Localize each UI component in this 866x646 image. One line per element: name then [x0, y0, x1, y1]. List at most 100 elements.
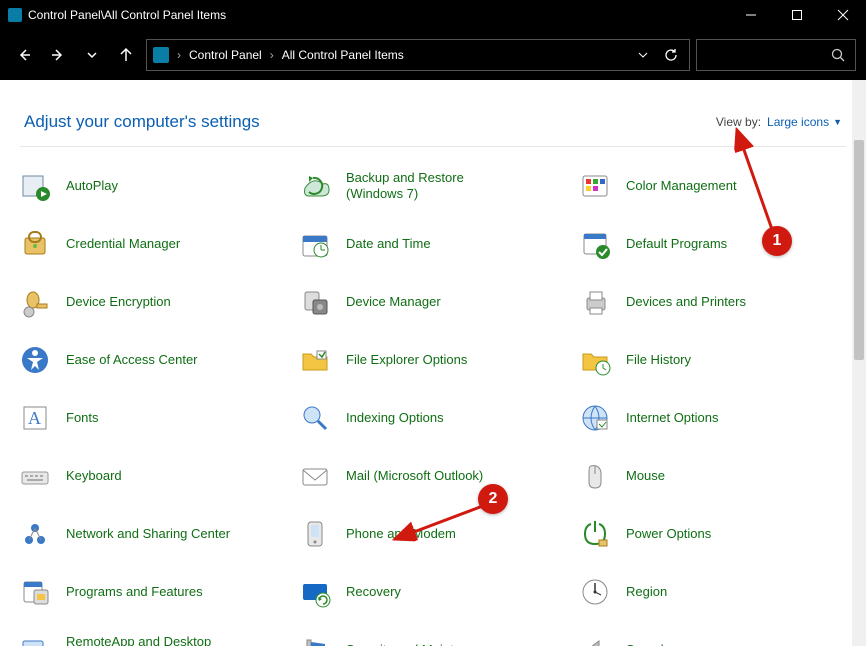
autoplay-icon	[18, 169, 52, 203]
item-label: Sound	[626, 642, 664, 646]
control-panel-item[interactable]: File History	[578, 339, 848, 381]
back-button[interactable]	[10, 41, 38, 69]
search-icon	[831, 48, 845, 62]
mouse-icon	[578, 459, 612, 493]
control-panel-item[interactable]: File Explorer Options	[298, 339, 568, 381]
recovery-icon	[298, 575, 332, 609]
control-panel-item[interactable]: RemoteApp and Desktop Connections	[18, 629, 288, 646]
item-label: Keyboard	[66, 468, 122, 484]
color-icon	[578, 169, 612, 203]
search-box[interactable]	[696, 39, 856, 71]
control-panel-item[interactable]: Indexing Options	[298, 397, 568, 439]
title-bar: Control Panel\All Control Panel Items	[0, 0, 866, 30]
scrollbar-thumb[interactable]	[854, 140, 864, 360]
item-label: Color Management	[626, 178, 737, 194]
control-panel-item[interactable]: A Fonts	[18, 397, 288, 439]
indexing-icon	[298, 401, 332, 435]
item-label: Backup and Restore (Windows 7)	[346, 170, 516, 203]
item-label: Region	[626, 584, 667, 600]
control-panel-item[interactable]: Backup and Restore (Windows 7)	[298, 165, 568, 207]
item-label: Indexing Options	[346, 410, 444, 426]
app-icon	[8, 8, 22, 22]
control-panel-item[interactable]: Internet Options	[578, 397, 848, 439]
minimize-button[interactable]	[728, 0, 774, 30]
control-panel-item[interactable]: Security and Maintenance	[298, 629, 568, 646]
control-panel-item[interactable]: Credential Manager	[18, 223, 288, 265]
sound-icon	[578, 633, 612, 646]
control-panel-item[interactable]: Ease of Access Center	[18, 339, 288, 381]
defaults-icon	[578, 227, 612, 261]
item-label: Device Manager	[346, 294, 441, 310]
item-label: Device Encryption	[66, 294, 171, 310]
fonts-icon: A	[18, 401, 52, 435]
maximize-button[interactable]	[774, 0, 820, 30]
control-panel-item[interactable]: Programs and Features	[18, 571, 288, 613]
window-title: Control Panel\All Control Panel Items	[28, 8, 226, 22]
control-panel-item[interactable]: Network and Sharing Center	[18, 513, 288, 555]
control-panel-item[interactable]: Region	[578, 571, 848, 613]
internet-icon	[578, 401, 612, 435]
breadcrumb-separator: ›	[173, 48, 185, 62]
address-dropdown-button[interactable]	[631, 43, 655, 67]
item-label: Network and Sharing Center	[66, 526, 230, 542]
control-panel-item[interactable]: Keyboard	[18, 455, 288, 497]
devicemgr-icon	[298, 285, 332, 319]
vertical-scrollbar[interactable]	[852, 80, 866, 646]
control-panel-item[interactable]: Mouse	[578, 455, 848, 497]
item-label: Mouse	[626, 468, 665, 484]
control-panel-item[interactable]: Device Encryption	[18, 281, 288, 323]
control-panel-item[interactable]: Date and Time	[298, 223, 568, 265]
breadcrumb-child[interactable]: All Control Panel Items	[282, 48, 404, 62]
item-label: Ease of Access Center	[66, 352, 198, 368]
item-label: Recovery	[346, 584, 401, 600]
annotation-badge-2: 2	[478, 484, 508, 514]
control-panel-icon	[153, 47, 169, 63]
svg-text:A: A	[28, 408, 41, 428]
remote-icon	[18, 633, 52, 646]
printers-icon	[578, 285, 612, 319]
item-label: Internet Options	[626, 410, 719, 426]
phone-icon	[298, 517, 332, 551]
control-panel-item[interactable]: AutoPlay	[18, 165, 288, 207]
folder-icon	[298, 343, 332, 377]
keyboard-icon	[18, 459, 52, 493]
forward-button[interactable]	[44, 41, 72, 69]
control-panel-item[interactable]: Power Options	[578, 513, 848, 555]
credential-icon	[18, 227, 52, 261]
filehistory-icon	[578, 343, 612, 377]
item-label: Date and Time	[346, 236, 431, 252]
breadcrumb-separator: ›	[266, 48, 278, 62]
datetime-icon	[298, 227, 332, 261]
control-panel-item[interactable]: Color Management	[578, 165, 848, 207]
refresh-button[interactable]	[659, 43, 683, 67]
mail-icon	[298, 459, 332, 493]
page-heading: Adjust your computer's settings	[24, 112, 260, 132]
programs-icon	[18, 575, 52, 609]
security-icon	[298, 633, 332, 646]
annotation-badge-1: 1	[762, 226, 792, 256]
recent-locations-button[interactable]	[78, 41, 106, 69]
ease-icon	[18, 343, 52, 377]
up-button[interactable]	[112, 41, 140, 69]
item-label: File History	[626, 352, 691, 368]
breadcrumb-root[interactable]: Control Panel	[189, 48, 262, 62]
encryption-icon	[18, 285, 52, 319]
control-panel-item[interactable]: Mail (Microsoft Outlook)	[298, 455, 568, 497]
region-icon	[578, 575, 612, 609]
item-label: Fonts	[66, 410, 99, 426]
control-panel-item[interactable]: Recovery	[298, 571, 568, 613]
address-bar[interactable]: › Control Panel › All Control Panel Item…	[146, 39, 690, 71]
control-panel-item[interactable]: Device Manager	[298, 281, 568, 323]
control-panel-item[interactable]: Devices and Printers	[578, 281, 848, 323]
control-panel-item[interactable]: Default Programs	[578, 223, 848, 265]
item-label: Default Programs	[626, 236, 727, 252]
control-panel-item[interactable]: Sound	[578, 629, 848, 646]
nav-bar: › Control Panel › All Control Panel Item…	[0, 30, 866, 80]
network-icon	[18, 517, 52, 551]
close-button[interactable]	[820, 0, 866, 30]
divider	[20, 146, 846, 147]
backup-icon	[298, 169, 332, 203]
item-label: Security and Maintenance	[346, 642, 496, 646]
item-label: Credential Manager	[66, 236, 180, 252]
chevron-down-icon: ▼	[833, 117, 842, 127]
